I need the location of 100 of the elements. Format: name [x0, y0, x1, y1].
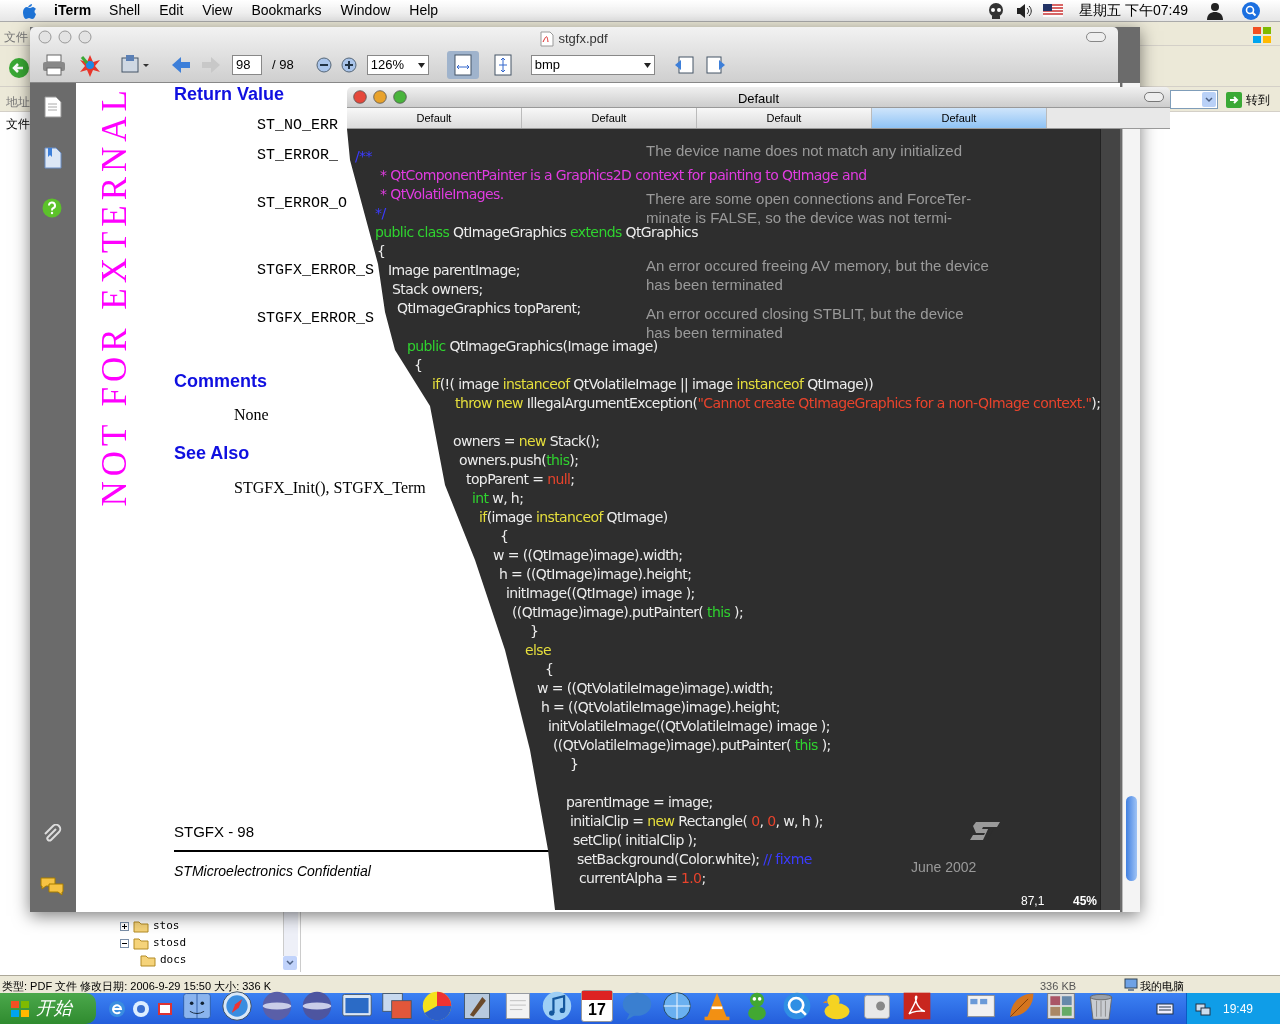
pane-title: 文件 [6, 116, 30, 133]
status-size: 336 KB [1040, 979, 1077, 994]
menu-item[interactable]: Window [340, 0, 391, 21]
collapse-box-icon[interactable] [120, 939, 129, 948]
window-pill-button[interactable] [1086, 32, 1106, 42]
code-line: public class QtImageGraphics extends QtGraphics [375, 223, 698, 241]
status-location: 我的电脑 [1140, 979, 1184, 994]
sphere-icon[interactable] [261, 990, 293, 1022]
bookmark-page-icon[interactable] [44, 147, 62, 169]
code-line: Image parentImage; [388, 261, 520, 279]
sphere-icon[interactable] [301, 990, 333, 1022]
window-pill-button[interactable] [1144, 92, 1164, 102]
apple-logo-icon[interactable] [20, 1, 36, 20]
page-count: / 98 [272, 56, 294, 75]
cursor-position: 87,1 [1021, 893, 1045, 910]
windows-logo-icon [10, 999, 30, 1018]
pie-chart-icon[interactable] [421, 990, 453, 1022]
code-line: h = ((QtVolatileImage)image).height; [541, 698, 780, 716]
calendar-icon[interactable]: 17 [581, 990, 613, 1022]
speaker-icon[interactable] [1015, 2, 1034, 19]
compass-icon[interactable] [221, 990, 253, 1022]
folder-label[interactable]: stosd [153, 935, 187, 952]
code-line: QtImageGraphics topParent; [397, 299, 581, 317]
browser-icon[interactable] [108, 1000, 126, 1018]
window-icon[interactable] [181, 990, 213, 1022]
tab[interactable]: Default [697, 108, 872, 128]
previous-arrow-icon[interactable] [170, 55, 192, 75]
network-icon[interactable] [1195, 1000, 1211, 1017]
page-number-field[interactable]: 98 [232, 55, 262, 75]
folder-label[interactable]: docs [160, 952, 187, 969]
menu-item[interactable]: 文件 [4, 28, 28, 46]
close-button-icon[interactable] [353, 90, 367, 104]
star-burst-icon[interactable] [78, 53, 102, 77]
error-code: STGFX_ERROR_S [257, 261, 375, 280]
error-description: An error occured closing STBLIT, but the device has been terminated [646, 304, 965, 341]
music-note-icon[interactable] [541, 990, 573, 1022]
fit-page-icon[interactable] [492, 54, 513, 76]
menu-item[interactable]: Bookmarks [251, 0, 322, 21]
globe-icon[interactable] [661, 990, 693, 1022]
search-icon[interactable] [1242, 1, 1260, 20]
magnifier-icon[interactable] [781, 990, 813, 1022]
tab[interactable]: Default [347, 108, 522, 128]
code-line: if(!( image instanceof QtVolatileImage || image instanceof QtImage)) [432, 375, 874, 393]
code-line: Stack owners; [392, 280, 483, 298]
zoom-button-icon[interactable] [393, 90, 407, 104]
paperclip-icon[interactable] [42, 824, 62, 844]
scroll-percent: 45% [1073, 893, 1098, 910]
menu-item[interactable]: Help [409, 0, 439, 21]
code-line: ((QtImage)image).putPainter( this ); [512, 603, 744, 621]
error-code: STGFX_ERROR_S [257, 309, 375, 328]
code-line: } [570, 755, 579, 773]
tab[interactable]: Default [522, 108, 697, 128]
speech-bubbles-icon[interactable] [40, 876, 64, 896]
minimize-button-icon[interactable] [373, 90, 387, 104]
code-line: w = ((QtVolatileImage)image).width; [537, 679, 774, 697]
windows-logo-icon [1252, 26, 1272, 44]
flag-icon[interactable] [1043, 4, 1064, 17]
speech-bubble-icon[interactable] [621, 990, 653, 1022]
menu-item[interactable]: View [202, 0, 233, 21]
stacked-windows-icon[interactable] [381, 990, 413, 1022]
menu-item[interactable]: iTerm [54, 0, 92, 21]
code-line: owners = new Stack(); [453, 432, 600, 450]
user-icon[interactable] [1206, 1, 1224, 20]
page-icon[interactable] [44, 96, 62, 118]
fit-width-icon[interactable] [446, 51, 479, 79]
code-line: topParent = null; [466, 470, 575, 488]
error-description: There are some open connections and ForceTer-minate is FALSE, so the device was not termi- [646, 189, 973, 226]
address-field[interactable] [1170, 90, 1218, 109]
tab[interactable]: Default [872, 108, 1047, 128]
search-field[interactable]: bmp [530, 55, 655, 75]
code-line: public QtImageGraphics(Image image) [407, 338, 658, 355]
go-button[interactable]: 转到 [1224, 90, 1272, 110]
code-line: { [414, 356, 423, 374]
thumbnail-grid-icon[interactable] [1045, 990, 1077, 1022]
zoom-out-icon[interactable] [315, 57, 332, 73]
error-code: ST_NO_ERR [257, 116, 338, 135]
code-line: owners.push(this); [459, 451, 579, 469]
menubar-clock[interactable]: 星期五 下午07:49 [1079, 0, 1188, 21]
printer-icon[interactable] [42, 54, 66, 76]
address-label: 地址 [6, 94, 30, 111]
scroll-down-icon[interactable] [283, 956, 297, 970]
code-line: * QtComponentPainter is a Graphics2D context for painting to QtImage and [380, 166, 867, 184]
zoom-field[interactable]: 126% [366, 55, 429, 75]
scrollbar-thumb[interactable] [1126, 796, 1137, 881]
folder-label[interactable]: stos [153, 918, 180, 935]
code-line: throw new IllegalArgumentException("Cannot create QtImageGraphics for a non-QImage context."); [455, 394, 1101, 412]
error-description: An error occured freeing AV memory, but the device has been terminated [646, 256, 990, 294]
code-line: currentAlpha = 1.0; [579, 869, 706, 887]
footer-text: STMicroelectronics Confidential [174, 861, 371, 881]
help-icon[interactable] [42, 198, 62, 218]
keyboard-icon[interactable] [1156, 1002, 1174, 1016]
zoom-in-icon[interactable] [340, 57, 357, 73]
code-line: parentImage = image; [566, 793, 713, 811]
menu-item[interactable]: Shell [109, 0, 141, 21]
start-button[interactable]: 开始 [0, 993, 96, 1024]
next-result-icon[interactable] [704, 55, 727, 75]
expand-box-icon[interactable] [120, 922, 129, 931]
menu-item[interactable]: Edit [159, 0, 184, 21]
code-line: setClip( initialClip ); [573, 831, 697, 849]
robot-icon[interactable] [987, 1, 1006, 20]
